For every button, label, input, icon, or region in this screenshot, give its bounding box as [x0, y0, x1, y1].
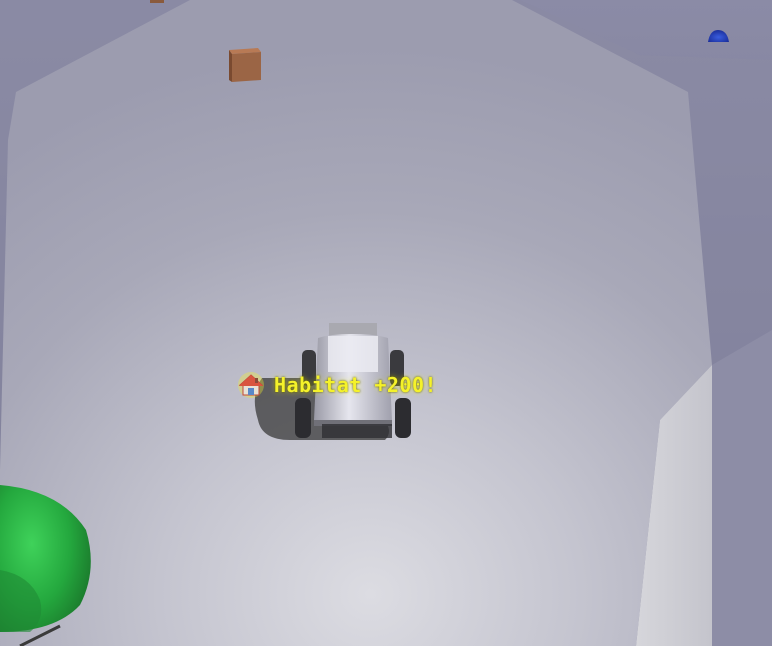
- crate-far: [150, 0, 164, 3]
- game-viewport[interactable]: Habitat +200!: [0, 0, 772, 646]
- house-icon: [236, 370, 266, 400]
- popup-text: Habitat +200!: [274, 373, 438, 397]
- score-popup: Habitat +200!: [236, 370, 437, 400]
- crate: [229, 48, 261, 82]
- terrain-view: [0, 0, 772, 646]
